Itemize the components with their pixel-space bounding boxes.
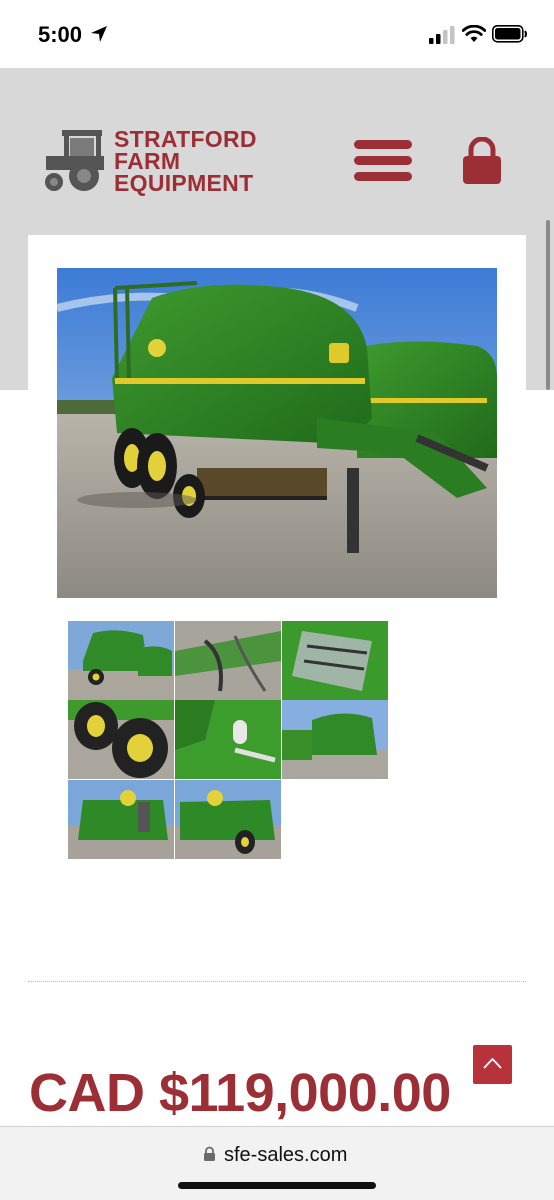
logo-line-3: EQUIPMENT [114,170,254,196]
thumbnail-5[interactable] [175,700,281,779]
thumbnail-6[interactable] [282,700,388,779]
browser-address-bar[interactable]: sfe-sales.com [0,1126,554,1200]
logo-line-2: FARM [114,148,181,174]
thumbnail-8[interactable] [175,780,281,859]
thumb-photo [175,700,281,779]
thumbnail-7[interactable] [68,780,174,859]
stratford-logo[interactable]: STRATFORD FARM EQUIPMENT [44,128,284,198]
thumb-photo [175,621,281,700]
lock-icon[interactable] [462,137,502,185]
thumb-photo [282,621,388,700]
logo-line-1: STRATFORD [114,126,257,152]
baler-photo-illustration [57,268,497,598]
thumbnail-2[interactable] [175,621,281,700]
battery-icon [492,25,527,43]
thumb-photo [68,780,174,859]
home-indicator [178,1182,376,1189]
hamburger-icon [354,140,412,149]
tractor-logo-icon [45,130,104,191]
page-scrollbar[interactable] [546,220,550,390]
hamburger-bar [354,172,412,181]
logo-wordmark: STRATFORD FARM EQUIPMENT [114,126,257,196]
scroll-to-top-button[interactable] [473,1045,512,1084]
status-time: 5:00 [38,22,83,47]
chevron-up-icon [483,1057,502,1069]
location-arrow-icon [91,26,107,42]
cellular-signal-icon [429,26,455,44]
section-divider [28,981,526,982]
wifi-icon [462,25,486,42]
thumb-photo [68,621,174,700]
ios-status-bar: 5:00 [0,0,554,68]
thumb-photo [68,700,174,779]
lock-icon [204,1146,215,1161]
hamburger-bar [354,156,412,165]
thumbnail-3[interactable] [282,621,388,700]
thumb-photo [282,700,388,779]
thumbnail-1[interactable] [68,621,174,700]
url-text[interactable]: sfe-sales.com [224,1144,347,1167]
hamburger-menu-button[interactable] [354,140,414,182]
main-product-photo[interactable] [57,268,497,598]
thumb-photo [175,780,281,859]
listing-price: CAD $119,000.00 [29,1063,451,1123]
thumbnail-4[interactable] [68,700,174,779]
